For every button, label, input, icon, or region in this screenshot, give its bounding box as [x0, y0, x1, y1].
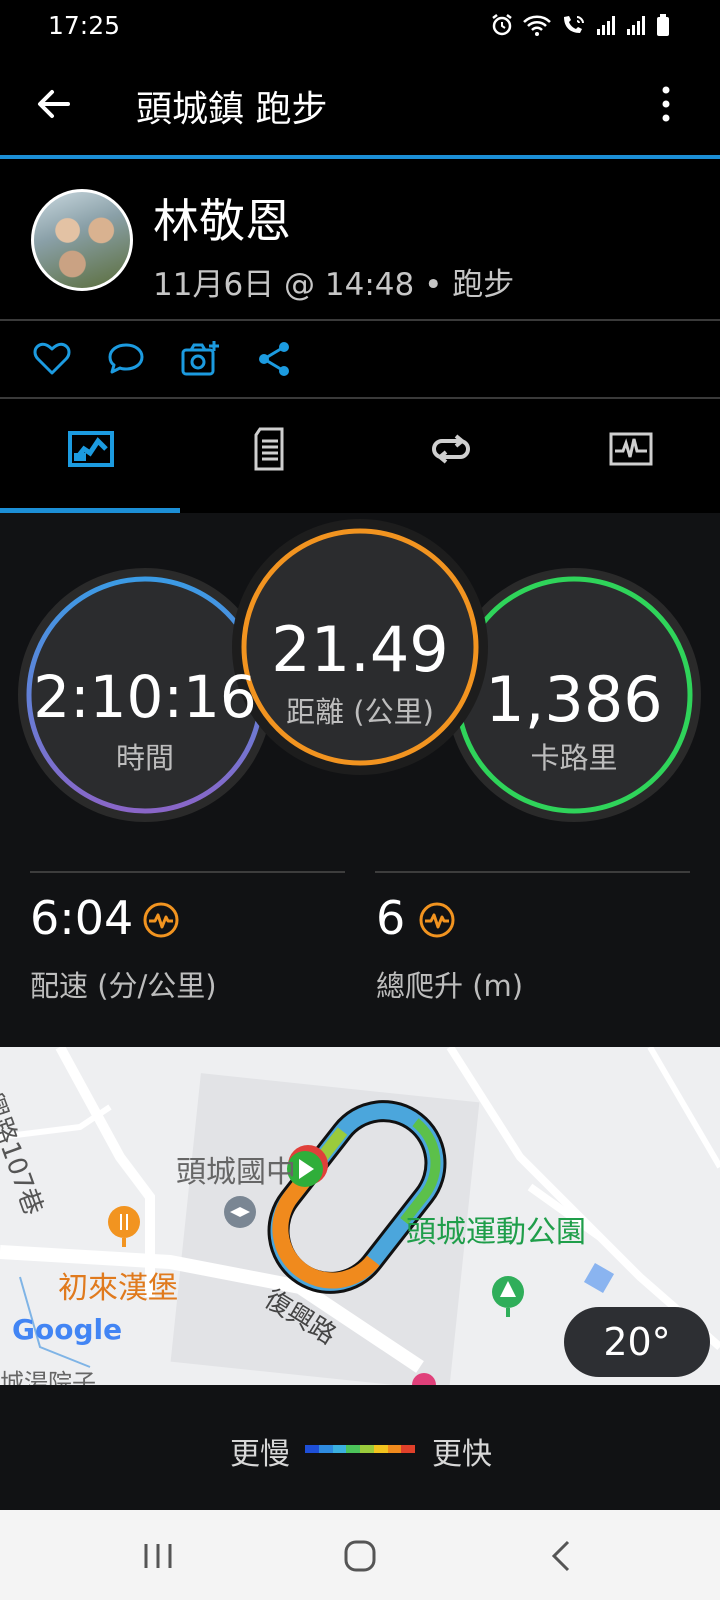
pace-zone-icon[interactable]: [142, 901, 180, 939]
charts-icon: [609, 432, 653, 466]
distance-value: 21.49: [271, 613, 449, 686]
divider: [375, 871, 690, 873]
share-icon: [259, 342, 289, 376]
app-bar: 頭城鎮 跑步: [0, 52, 720, 156]
battery-icon: [657, 14, 669, 36]
tab-details[interactable]: [180, 399, 360, 512]
more-options-button[interactable]: [642, 80, 690, 128]
wifi-icon: [523, 15, 551, 36]
recents-icon: [144, 1544, 172, 1568]
status-icons: [490, 13, 670, 37]
legend-color-swatch: [401, 1445, 415, 1453]
ascent-zone-icon[interactable]: [418, 901, 456, 939]
pace-legend: 更慢 更快: [0, 1385, 720, 1510]
temperature-badge: 20°: [564, 1307, 710, 1377]
ascent-value: 6: [376, 891, 406, 945]
comment-button[interactable]: [106, 339, 146, 379]
time-label: 時間: [115, 741, 174, 775]
activity-header: 林敬恩 11月6日 @ 14:48 • 跑步: [0, 159, 720, 319]
chevron-left-icon: [551, 1540, 570, 1572]
recents-button[interactable]: [134, 1532, 182, 1580]
comment-icon: [108, 343, 144, 374]
avatar[interactable]: [31, 189, 133, 291]
ascent-label: 總爬升 (m): [376, 969, 524, 1003]
calories-label: 卡路里: [530, 741, 618, 775]
overview-icon: [68, 431, 114, 467]
legend-gradient-bar: [305, 1445, 415, 1453]
legend-color-swatch: [332, 1445, 347, 1453]
legend-color-swatch: [318, 1445, 333, 1453]
page-title: 頭城鎮 跑步: [136, 89, 328, 130]
back-button[interactable]: [30, 80, 78, 128]
more-vertical-icon: [662, 86, 670, 122]
details-icon: [254, 427, 284, 471]
tab-charts[interactable]: [540, 399, 720, 512]
add-photo-button[interactable]: [180, 339, 220, 379]
map-label-partial: 城湯院子: [0, 1369, 96, 1385]
system-back-button[interactable]: [538, 1532, 586, 1580]
map-label-school: 頭城國中: [176, 1155, 296, 1190]
distance-label: 距離 (公里): [286, 695, 434, 729]
activity-meta: 11月6日 @ 14:48 • 跑步: [153, 267, 515, 303]
home-button[interactable]: [336, 1532, 384, 1580]
back-arrow-icon: [38, 90, 70, 118]
add-photo-icon: [181, 341, 219, 376]
map-label-restaurant: 初來漢堡: [58, 1271, 178, 1306]
wifi-calling-icon: [564, 16, 584, 33]
legend-slow-label: 更慢: [230, 1437, 290, 1472]
legend-color-swatch: [305, 1445, 319, 1453]
tab-bar: [0, 399, 720, 512]
like-icon: [33, 342, 71, 375]
tab-laps[interactable]: [360, 399, 540, 512]
share-button[interactable]: [254, 339, 294, 379]
system-nav-bar: [0, 1510, 720, 1600]
signal-icon: [627, 16, 645, 35]
calories-value: 1,386: [485, 663, 663, 736]
home-icon: [344, 1540, 376, 1572]
map-label-park: 頭城運動公園: [406, 1215, 586, 1250]
pace-value: 6:04: [30, 891, 134, 945]
google-logo: Google: [12, 1313, 123, 1346]
pace-label: 配速 (分/公里): [30, 969, 217, 1003]
like-button[interactable]: [32, 339, 72, 379]
legend-color-swatch: [346, 1445, 360, 1453]
signal-icon: [597, 16, 615, 35]
action-row: [0, 321, 720, 397]
legend-color-swatch: [360, 1445, 374, 1453]
legend-fast-label: 更快: [432, 1437, 492, 1472]
status-time: 17:25: [48, 11, 121, 40]
time-value: 2:10:16: [33, 663, 257, 731]
divider: [30, 871, 345, 873]
alarm-icon: [492, 14, 512, 36]
legend-color-swatch: [387, 1445, 402, 1453]
tab-overview[interactable]: [0, 399, 180, 512]
route-map[interactable]: 興路107巷 頭城國中 頭城運動公園 初來漢堡 復興路 Google 城湯院子 …: [0, 1047, 720, 1385]
laps-icon: [432, 434, 470, 464]
stats-panel: 2:10:16 時間 21.49 距離 (公里) 1,386 卡路里 6:04 …: [0, 513, 720, 1047]
legend-color-swatch: [373, 1445, 388, 1453]
status-bar: 17:25: [0, 0, 720, 52]
user-name[interactable]: 林敬恩: [153, 185, 291, 251]
